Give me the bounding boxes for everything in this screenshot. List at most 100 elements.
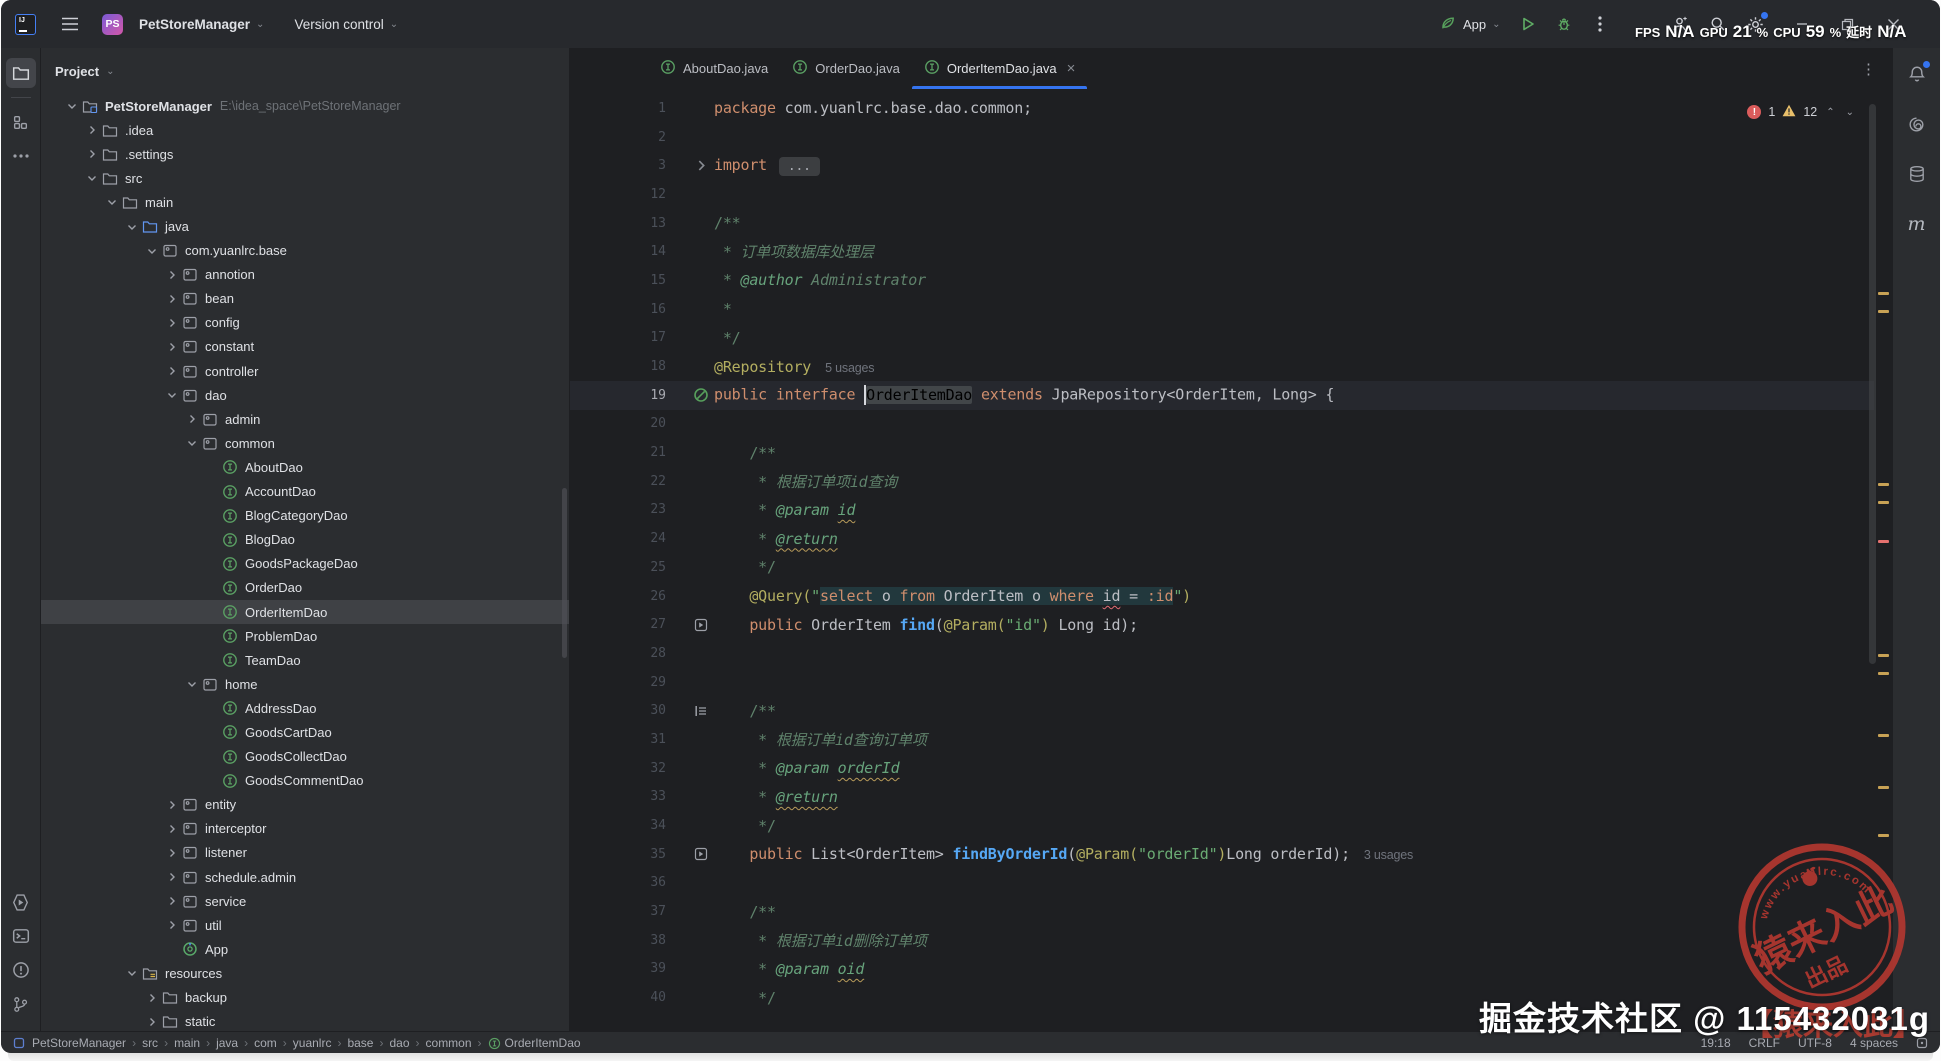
line-number[interactable]: 12	[570, 187, 688, 202]
tree-item-home[interactable]: home	[41, 672, 569, 696]
tree-item-bean[interactable]: bean	[41, 287, 569, 311]
version-control-menu[interactable]: Version control ⌄	[286, 12, 406, 37]
code-line-15[interactable]: 15 * @author Administrator	[570, 266, 1874, 295]
tree-item-.settings[interactable]: .settings	[41, 142, 569, 166]
intellij-logo-icon[interactable]: IJ	[15, 13, 36, 35]
bean-gutter-icon[interactable]	[688, 387, 714, 403]
tree-item-AccountDao[interactable]: AccountDao	[41, 480, 569, 504]
tab-OrderDao.java[interactable]: OrderDao.java	[780, 48, 912, 89]
code-line-38[interactable]: 38 * 根据订单id删除订单项	[570, 926, 1874, 955]
code-line-3[interactable]: 3 import ...	[570, 151, 1874, 180]
error-stripe-mark[interactable]	[1878, 540, 1889, 543]
line-number[interactable]: 21	[570, 445, 688, 460]
code-line-19[interactable]: 19 public interface OrderItemDao extends …	[570, 380, 1874, 410]
tab-OrderItemDao.java[interactable]: OrderItemDao.java ×	[911, 48, 1088, 89]
line-number[interactable]: 28	[570, 646, 688, 661]
line-number[interactable]: 2	[570, 130, 688, 145]
chevron-closed-icon[interactable]	[162, 920, 181, 930]
breadcrumb-src[interactable]: src	[142, 1036, 158, 1050]
line-number[interactable]: 15	[570, 273, 688, 288]
line-number[interactable]: 29	[570, 675, 688, 690]
chevron-closed-icon[interactable]	[162, 270, 181, 280]
line-number[interactable]: 36	[570, 875, 688, 890]
chevron-open-icon[interactable]	[122, 968, 141, 978]
line-number[interactable]: 16	[570, 302, 688, 317]
tree-item-controller[interactable]: controller	[41, 359, 569, 383]
fold-gutter-icon[interactable]	[688, 160, 714, 171]
project-selector[interactable]: PetStoreManager ⌄	[131, 12, 272, 37]
breadcrumb-com[interactable]: com	[254, 1036, 277, 1050]
line-number[interactable]: 27	[570, 617, 688, 632]
line-number[interactable]: 37	[570, 904, 688, 919]
line-number[interactable]: 1	[570, 101, 688, 116]
code-line-20[interactable]: 20	[570, 410, 1874, 439]
code-line-33[interactable]: 33 * @return	[570, 783, 1874, 812]
line-number[interactable]: 39	[570, 961, 688, 976]
warning-stripe-mark[interactable]	[1878, 654, 1889, 657]
editor-scrollbar[interactable]	[1869, 104, 1876, 664]
tree-item-config[interactable]: config	[41, 311, 569, 335]
code-line-29[interactable]: 29	[570, 668, 1874, 697]
tree-item-util[interactable]: util	[41, 913, 569, 937]
line-number[interactable]: 26	[570, 589, 688, 604]
run-toolwindow-button[interactable]	[6, 887, 36, 917]
tree-item-interceptor[interactable]: interceptor	[41, 817, 569, 841]
chevron-open-icon[interactable]	[182, 438, 201, 448]
chevron-closed-icon[interactable]	[162, 294, 181, 304]
problems-toolwindow-button[interactable]	[6, 955, 36, 985]
terminal-toolwindow-button[interactable]	[6, 921, 36, 951]
hamburger-menu-icon[interactable]	[56, 10, 84, 38]
chevron-closed-icon[interactable]	[162, 366, 181, 376]
code-line-36[interactable]: 36	[570, 869, 1874, 898]
tab-options-icon[interactable]: ⋮	[1861, 60, 1892, 78]
code-line-22[interactable]: 22 * 根据订单项id查询	[570, 467, 1874, 496]
project-toolwindow-button[interactable]	[5, 58, 36, 88]
chevron-closed-icon[interactable]	[162, 872, 181, 882]
tree-item-constant[interactable]: constant	[41, 335, 569, 359]
line-number[interactable]: 30	[570, 703, 688, 718]
chevron-closed-icon[interactable]	[142, 1017, 161, 1027]
breadcrumb-yuanlrc[interactable]: yuanlrc	[293, 1036, 332, 1050]
chevron-open-icon[interactable]	[182, 679, 201, 689]
line-number[interactable]: 25	[570, 560, 688, 575]
tree-item-static[interactable]: static	[41, 1010, 569, 1031]
tree-item-GoodsCollectDao[interactable]: GoodsCollectDao	[41, 745, 569, 769]
next-problem-icon[interactable]: ⌄	[1844, 107, 1856, 118]
inspections-widget[interactable]: ! 1 12 ⌃ ⌄	[1747, 104, 1856, 120]
chevron-open-icon[interactable]	[102, 197, 121, 207]
chevron-open-icon[interactable]	[62, 101, 81, 111]
tree-item-backup[interactable]: backup	[41, 985, 569, 1009]
code-line-1[interactable]: 1 package com.yuanlrc.base.dao.common;	[570, 94, 1874, 123]
line-number[interactable]: 35	[570, 847, 688, 862]
code-line-18[interactable]: 18 @Repository 5 usages	[570, 352, 1874, 381]
tree-item-common[interactable]: common	[41, 431, 569, 455]
chevron-open-icon[interactable]	[162, 390, 181, 400]
breadcrumb-common[interactable]: common	[426, 1036, 472, 1050]
chevron-open-icon[interactable]	[142, 246, 161, 256]
database-toolwindow-button[interactable]	[1903, 160, 1931, 188]
warning-stripe-mark[interactable]	[1878, 501, 1889, 504]
chevron-closed-icon[interactable]	[162, 342, 181, 352]
tree-item-.idea[interactable]: .idea	[41, 118, 569, 142]
tree-item-TeamDao[interactable]: TeamDao	[41, 648, 569, 672]
tree-item-GoodsCartDao[interactable]: GoodsCartDao	[41, 720, 569, 744]
code-line-17[interactable]: 17 */	[570, 324, 1874, 353]
line-number[interactable]: 34	[570, 818, 688, 833]
tree-item-OrderItemDao[interactable]: OrderItemDao	[41, 599, 569, 625]
code-line-24[interactable]: 24 * @return	[570, 524, 1874, 553]
code-editor[interactable]: 1 package com.yuanlrc.base.dao.common; 2 3 i…	[570, 94, 1874, 1031]
code-line-39[interactable]: 39 * @param oid	[570, 955, 1874, 984]
more-actions-icon[interactable]	[1587, 11, 1613, 37]
code-line-35[interactable]: 35 public List<OrderItem> findByOrderId(…	[570, 840, 1874, 869]
tree-item-admin[interactable]: admin	[41, 407, 569, 431]
chevron-closed-icon[interactable]	[162, 896, 181, 906]
tree-item-entity[interactable]: entity	[41, 793, 569, 817]
previous-problem-icon[interactable]: ⌃	[1824, 107, 1836, 118]
tree-item-dao[interactable]: dao	[41, 383, 569, 407]
code-line-31[interactable]: 31 * 根据订单id查询订单项	[570, 725, 1874, 754]
line-number[interactable]: 32	[570, 761, 688, 776]
breadcrumb-base[interactable]: base	[347, 1036, 373, 1050]
warning-stripe-mark[interactable]	[1878, 483, 1889, 486]
chevron-open-icon[interactable]	[82, 173, 101, 183]
line-number[interactable]: 22	[570, 474, 688, 489]
